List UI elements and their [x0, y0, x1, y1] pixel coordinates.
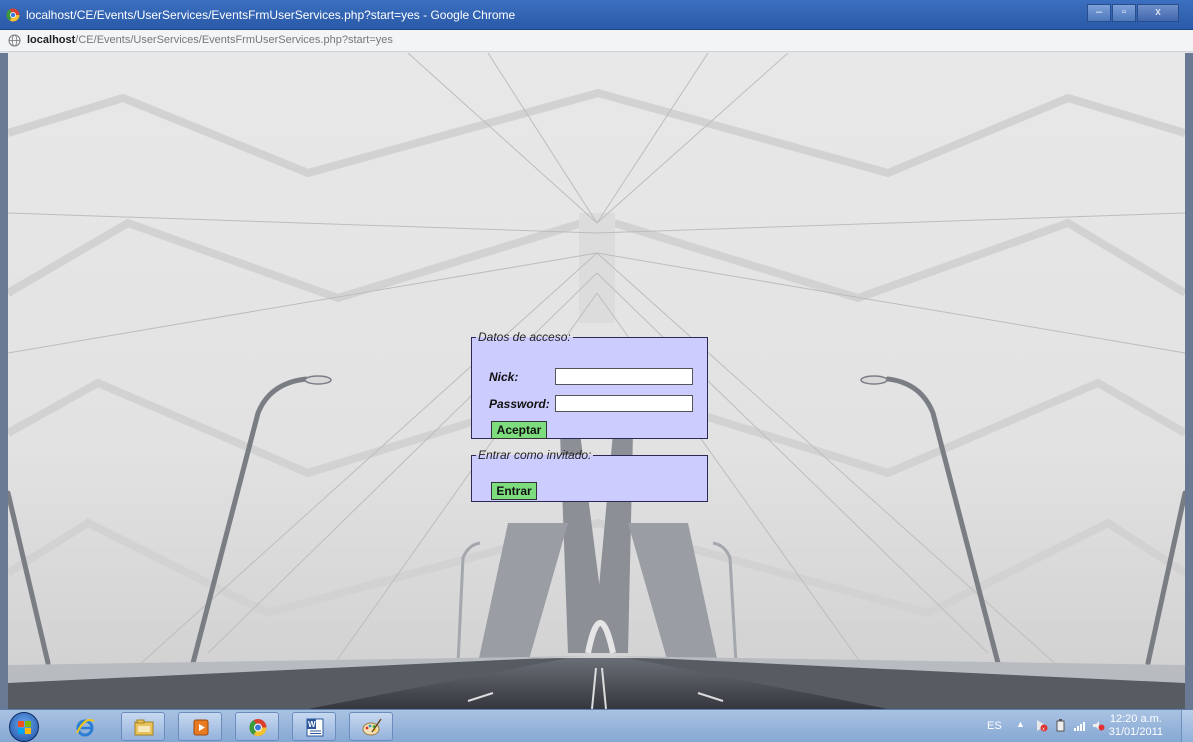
clock[interactable]: 12:20 a.m. 31/01/2011	[1109, 713, 1163, 739]
start-button[interactable]	[9, 712, 39, 742]
action-center-icon[interactable]: x	[1035, 719, 1048, 732]
login-fieldset: Datos de acceso: Nick: Password: Aceptar	[471, 330, 708, 439]
paint-palette-icon	[362, 718, 382, 736]
word-icon: W	[306, 718, 324, 737]
nick-label: Nick:	[489, 370, 519, 384]
windows-logo-icon	[18, 721, 31, 734]
close-button[interactable]: x	[1137, 4, 1179, 22]
volume-muted-icon[interactable]	[1092, 719, 1105, 732]
url-path: /CE/Events/UserServices/EventsFrmUserSer…	[75, 34, 393, 46]
chrome-icon	[249, 719, 267, 737]
taskbar-microsoft-word[interactable]: W	[292, 712, 336, 741]
window-border-left	[0, 53, 8, 709]
system-tray: ES ▲ x 12:20 a.m. 31/01/2011	[953, 710, 1193, 742]
window-controls: – ▫ x	[1087, 4, 1179, 22]
chrome-icon	[6, 8, 20, 22]
folder-icon	[134, 719, 154, 736]
taskbar-google-chrome[interactable]	[235, 712, 279, 741]
language-indicator[interactable]: ES	[987, 720, 1002, 732]
window-titlebar[interactable]: localhost/CE/Events/UserServices/EventsF…	[0, 0, 1193, 30]
taskbar: W ES ▲ x 12:20 a.m. 31/01/2011	[0, 709, 1193, 742]
show-hidden-icons-icon[interactable]: ▲	[1016, 719, 1029, 732]
taskbar-media-player[interactable]	[178, 712, 222, 741]
url-host: localhost	[27, 34, 76, 46]
window-border-right	[1185, 53, 1193, 709]
taskbar-paint[interactable]	[349, 712, 393, 741]
aceptar-button[interactable]: Aceptar	[491, 421, 547, 439]
window-title: localhost/CE/Events/UserServices/EventsF…	[26, 8, 516, 22]
entrar-button[interactable]: Entrar	[491, 482, 537, 500]
guest-legend: Entrar como invitado:	[478, 448, 592, 462]
internet-explorer-icon	[76, 718, 95, 737]
login-legend: Datos de acceso:	[478, 330, 571, 344]
network-signal-icon[interactable]	[1073, 719, 1086, 732]
guest-fieldset: Entrar como invitado: Entrar	[471, 448, 708, 502]
url-text[interactable]: localhost/CE/Events/UserServices/EventsF…	[27, 34, 393, 46]
maximize-button[interactable]: ▫	[1112, 4, 1136, 22]
globe-icon	[8, 34, 21, 47]
media-player-icon	[193, 719, 209, 736]
nick-input[interactable]	[555, 368, 693, 385]
clock-date: 31/01/2011	[1108, 726, 1163, 738]
taskbar-internet-explorer[interactable]	[62, 712, 106, 741]
password-input[interactable]	[555, 395, 693, 412]
password-label: Password:	[489, 397, 550, 411]
taskbar-file-explorer[interactable]	[121, 712, 165, 741]
minimize-button[interactable]: –	[1087, 4, 1111, 22]
svg-text:W: W	[308, 720, 316, 729]
address-bar[interactable]: localhost/CE/Events/UserServices/EventsF…	[0, 30, 1193, 52]
power-icon[interactable]	[1054, 719, 1067, 732]
show-desktop-button[interactable]	[1181, 710, 1193, 742]
clock-time: 12:20 a.m.	[1109, 713, 1162, 725]
